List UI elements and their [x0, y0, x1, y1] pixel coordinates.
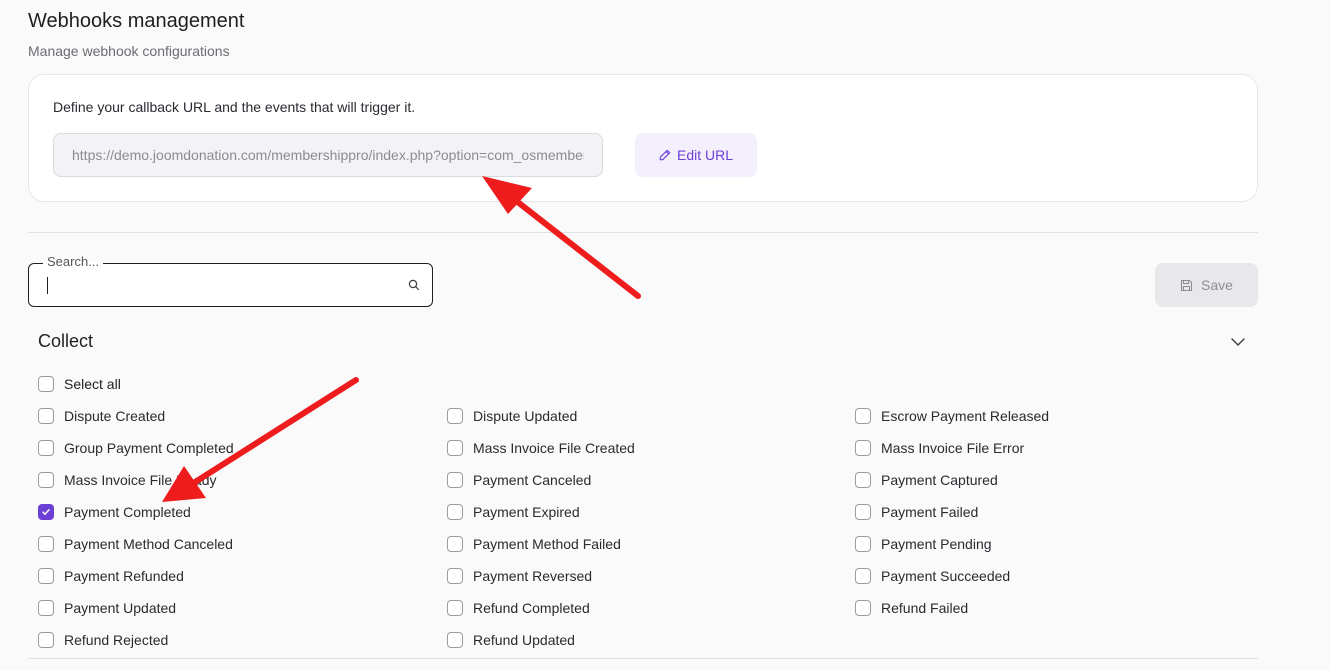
event-label: Payment Canceled — [473, 472, 592, 488]
event-checkbox[interactable]: Payment Completed — [38, 503, 191, 521]
chevron-down-icon[interactable] — [1230, 336, 1246, 348]
event-label: Mass Invoice File Error — [881, 440, 1025, 456]
event-label: Payment Captured — [881, 472, 998, 488]
checkbox-box[interactable] — [447, 408, 463, 424]
event-checkbox[interactable]: Payment Canceled — [447, 471, 591, 489]
edit-url-button[interactable]: Edit URL — [635, 133, 757, 177]
event-checkbox[interactable]: Refund Completed — [447, 599, 590, 617]
checkbox-box[interactable] — [855, 504, 871, 520]
save-button[interactable]: Save — [1155, 263, 1258, 307]
checkbox-box[interactable] — [447, 568, 463, 584]
checkbox-box[interactable] — [855, 568, 871, 584]
checkbox-box[interactable] — [38, 440, 54, 456]
event-checkbox[interactable]: Payment Method Failed — [447, 535, 621, 553]
checkbox-box[interactable] — [447, 440, 463, 456]
event-checkbox[interactable]: Mass Invoice File Error — [855, 439, 1024, 457]
checkbox-box[interactable] — [38, 536, 54, 552]
event-label: Escrow Payment Released — [881, 408, 1050, 424]
event-label: Payment Method Failed — [473, 536, 621, 552]
checkbox-box[interactable] — [855, 472, 871, 488]
section-title-collect: Collect — [38, 331, 94, 351]
event-checkbox[interactable]: Refund Rejected — [38, 631, 168, 649]
page-subtitle: Manage webhook configurations — [28, 43, 230, 59]
checkbox-box[interactable] — [447, 472, 463, 488]
event-checkbox[interactable]: Dispute Updated — [447, 407, 577, 425]
search-input[interactable] — [45, 272, 395, 298]
checkbox-box[interactable] — [38, 472, 54, 488]
event-checkbox[interactable]: Payment Failed — [855, 503, 978, 521]
event-checkbox[interactable]: Mass Invoice File Ready — [38, 471, 217, 489]
event-label: Payment Refunded — [64, 568, 184, 584]
event-checkbox[interactable]: Refund Failed — [855, 599, 968, 617]
checkbox-box[interactable] — [447, 632, 463, 648]
checkbox-box[interactable] — [855, 536, 871, 552]
checkbox-box[interactable] — [855, 600, 871, 616]
text-caret — [47, 277, 48, 294]
callback-url-description: Define your callback URL and the events … — [53, 99, 416, 115]
callback-url-card: Define your callback URL and the events … — [28, 74, 1258, 202]
page-title: Webhooks management — [28, 10, 245, 32]
checkbox-box[interactable] — [38, 376, 54, 392]
section-divider — [28, 232, 1258, 233]
callback-url-input[interactable] — [53, 133, 603, 177]
checkbox-box[interactable] — [447, 600, 463, 616]
event-checkbox[interactable]: Payment Method Canceled — [38, 535, 233, 553]
event-label: Payment Reversed — [473, 568, 593, 584]
checkbox-box[interactable] — [447, 536, 463, 552]
checkbox-box[interactable] — [855, 408, 871, 424]
checkbox-box[interactable] — [447, 504, 463, 520]
event-label: Payment Updated — [64, 600, 177, 616]
search-label: Search... — [43, 254, 104, 269]
event-checkbox[interactable]: Payment Refunded — [38, 567, 184, 585]
event-label: Mass Invoice File Ready — [64, 472, 217, 488]
event-label: Payment Failed — [881, 504, 979, 520]
checkbox-box[interactable] — [38, 600, 54, 616]
event-checkbox[interactable]: Dispute Created — [38, 407, 165, 425]
select-all-checkbox[interactable]: Select all — [38, 375, 121, 393]
pencil-icon — [659, 149, 671, 161]
save-label: Save — [1201, 277, 1233, 293]
event-checkbox[interactable]: Payment Expired — [447, 503, 580, 521]
event-label: Payment Succeeded — [881, 568, 1011, 584]
event-label: Dispute Updated — [473, 408, 578, 424]
event-checkbox[interactable]: Payment Reversed — [447, 567, 592, 585]
event-checkbox[interactable]: Group Payment Completed — [38, 439, 234, 457]
event-label: Payment Expired — [473, 504, 580, 520]
event-checkbox[interactable]: Mass Invoice File Created — [447, 439, 635, 457]
event-label: Refund Updated — [473, 632, 575, 648]
event-label: Mass Invoice File Created — [473, 440, 635, 456]
select-all-label: Select all — [64, 376, 121, 392]
checkbox-box[interactable] — [38, 568, 54, 584]
event-label: Group Payment Completed — [64, 440, 234, 456]
event-label: Refund Rejected — [64, 632, 169, 648]
search-field[interactable]: Search... — [28, 254, 433, 307]
event-label: Refund Failed — [881, 600, 969, 616]
event-checkbox[interactable]: Payment Updated — [38, 599, 176, 617]
event-label: Payment Method Canceled — [64, 536, 233, 552]
event-checkbox[interactable]: Payment Captured — [855, 471, 998, 489]
event-checkbox[interactable]: Refund Updated — [447, 631, 575, 649]
event-checkbox[interactable]: Payment Succeeded — [855, 567, 1010, 585]
search-icon[interactable] — [408, 279, 420, 291]
event-checkbox[interactable]: Escrow Payment Released — [855, 407, 1049, 425]
checkbox-box[interactable] — [855, 440, 871, 456]
event-label: Dispute Created — [64, 408, 166, 424]
event-label: Payment Pending — [881, 536, 992, 552]
event-label: Payment Completed — [64, 504, 191, 520]
bottom-divider — [28, 658, 1258, 659]
checkbox-box[interactable] — [38, 408, 54, 424]
event-checkbox[interactable]: Payment Pending — [855, 535, 992, 553]
checkbox-box[interactable] — [38, 504, 54, 520]
checkbox-box[interactable] — [38, 632, 54, 648]
edit-url-label: Edit URL — [676, 147, 734, 163]
check-icon — [42, 509, 50, 515]
event-label: Refund Completed — [473, 600, 590, 616]
save-icon — [1180, 279, 1193, 291]
